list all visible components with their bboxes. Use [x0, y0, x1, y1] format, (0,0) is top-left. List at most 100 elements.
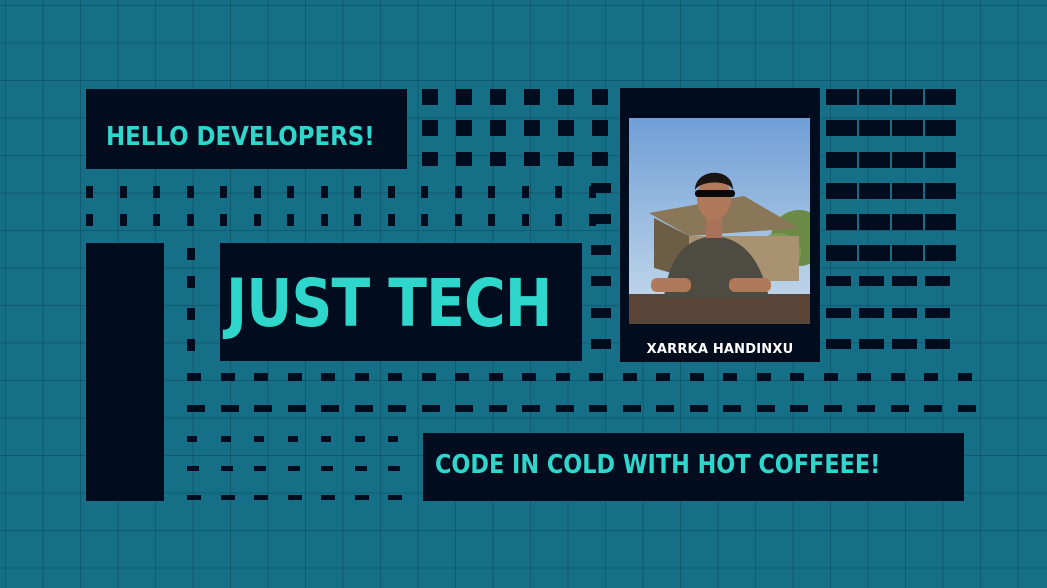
pattern-dot [859, 245, 890, 261]
pattern-dot [859, 339, 884, 349]
pattern-dot [555, 186, 562, 198]
pattern-dot [187, 466, 199, 471]
pattern-dot [723, 405, 741, 412]
tagline-text: CODE IN COLD WITH HOT COFFEEE! [435, 450, 881, 480]
pattern-dot [320, 186, 328, 198]
pattern-dot [421, 186, 428, 198]
pattern-dot [592, 152, 608, 166]
pattern-dot [591, 214, 611, 224]
portrait-icon [629, 118, 810, 324]
pattern-dot [924, 405, 942, 412]
pattern-dot [490, 89, 506, 105]
pattern-dot [826, 308, 851, 318]
pattern-dot [254, 495, 268, 500]
pattern-dot [388, 495, 402, 500]
pattern-dot [925, 245, 956, 261]
pattern-dot [723, 373, 737, 381]
pattern-dot [490, 152, 506, 166]
pattern-dot [321, 373, 335, 381]
pattern-dot [892, 339, 917, 349]
pattern-dot [524, 152, 540, 166]
pattern-dot [558, 89, 574, 105]
pattern-dot [892, 120, 923, 136]
pattern-dot [859, 89, 890, 105]
pattern-dot [422, 89, 438, 105]
pattern-dot [220, 466, 233, 471]
pattern-dot [187, 339, 195, 351]
pattern-dot [892, 308, 917, 318]
pattern-dot [321, 405, 339, 412]
pattern-dot [422, 120, 438, 136]
pattern-dot [287, 405, 306, 412]
pattern-dot [826, 339, 851, 349]
pattern-dot [689, 373, 704, 381]
pattern-dot [925, 120, 956, 136]
pattern-dot [826, 89, 857, 105]
person-name: XARRKA HANDINXU [646, 342, 794, 357]
pattern-dot [187, 248, 195, 260]
pattern-dot [591, 276, 611, 286]
pattern-dot [354, 405, 373, 412]
pattern-dot [524, 89, 540, 105]
pattern-dot [421, 214, 428, 226]
pattern-dot [522, 405, 540, 412]
pattern-dot [826, 245, 857, 261]
pattern-dot [187, 495, 201, 500]
pattern-dot [591, 183, 611, 193]
pattern-dot [287, 436, 298, 442]
portrait-photo [629, 118, 810, 324]
pattern-dot [187, 436, 197, 442]
pattern-dot [187, 405, 205, 412]
pattern-dot [354, 436, 365, 442]
main-title: JUST TECH [226, 265, 552, 342]
pattern-dot [321, 466, 333, 471]
pattern-dot [859, 183, 890, 199]
greeting-text: HELLO DEVELOPERS! [106, 122, 375, 152]
pattern-dot [456, 152, 472, 166]
greeting-panel: HELLO DEVELOPERS! [86, 89, 407, 169]
pattern-dot [892, 214, 923, 230]
side-bar-block [86, 243, 164, 501]
pattern-dot [454, 214, 462, 226]
pattern-dot [220, 405, 239, 412]
pattern-dot [826, 120, 857, 136]
pattern-dot [321, 495, 335, 500]
pattern-dot [622, 405, 641, 412]
pattern-dot [892, 183, 923, 199]
pattern-dot [521, 214, 529, 226]
pattern-dot [925, 214, 956, 230]
pattern-dot [287, 186, 294, 198]
pattern-dot [254, 436, 264, 442]
pattern-dot [119, 214, 127, 226]
pattern-dot [490, 120, 506, 136]
pattern-dot [591, 339, 611, 349]
photo-frame: XARRKA HANDINXU [620, 88, 820, 362]
pattern-dot [925, 152, 956, 168]
pattern-dot [892, 89, 923, 105]
pattern-dot [924, 373, 938, 381]
pattern-dot [287, 373, 302, 381]
pattern-dot [925, 183, 956, 199]
pattern-dot [859, 152, 890, 168]
pattern-dot [925, 308, 950, 318]
pattern-dot [555, 373, 570, 381]
pattern-dot [589, 405, 607, 412]
pattern-dot [388, 405, 406, 412]
pattern-dot [254, 405, 272, 412]
pattern-dot [488, 405, 507, 412]
pattern-dot [957, 373, 972, 381]
pattern-dot [388, 373, 402, 381]
pattern-dot [892, 152, 923, 168]
pattern-dot [287, 495, 302, 500]
pattern-dot [354, 373, 369, 381]
pattern-dot [187, 308, 195, 320]
pattern-dot [220, 495, 235, 500]
pattern-dot [220, 186, 227, 198]
pattern-dot [86, 214, 93, 226]
pattern-dot [826, 152, 857, 168]
title-panel: JUST TECH [220, 243, 582, 361]
pattern-dot [859, 308, 884, 318]
pattern-dot [521, 186, 529, 198]
pattern-dot [524, 120, 540, 136]
pattern-dot [790, 373, 804, 381]
